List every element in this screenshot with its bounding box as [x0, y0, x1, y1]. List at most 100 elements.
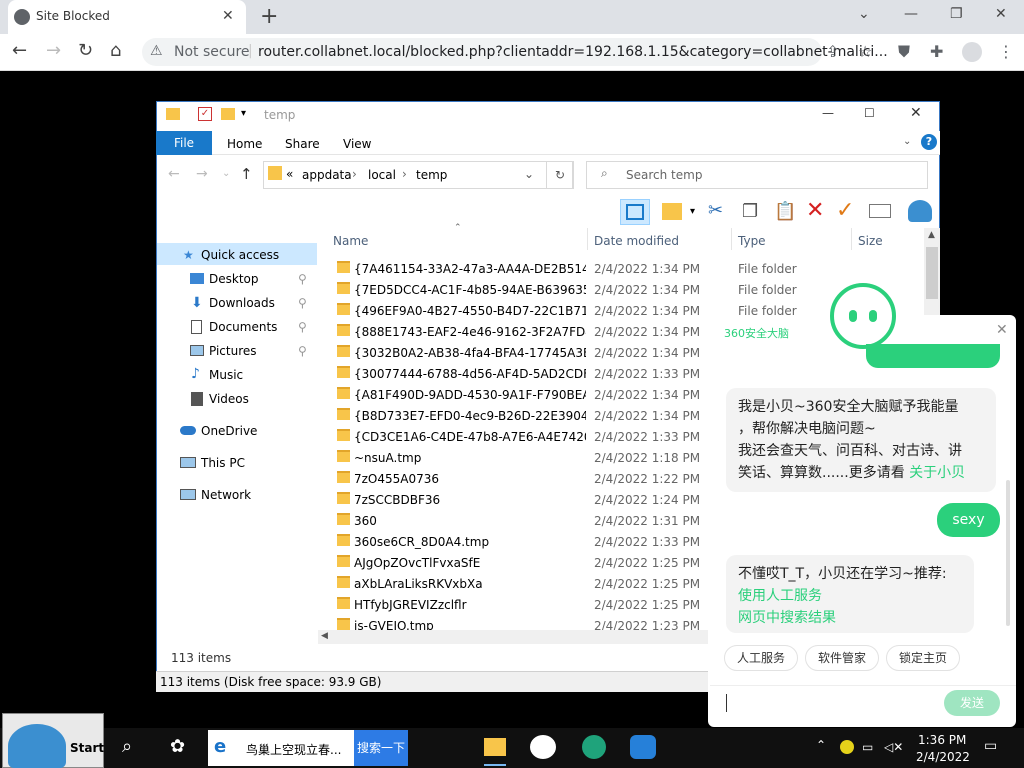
- quick-reply-software-manager[interactable]: 软件管家: [805, 645, 880, 671]
- tab-home[interactable]: Home: [227, 137, 262, 151]
- url-text[interactable]: router.collabnet.local/blocked.php?clien…: [258, 44, 888, 60]
- sidebar-item-onedrive[interactable]: OneDrive: [201, 424, 257, 438]
- copy-icon[interactable]: ❐: [742, 201, 758, 222]
- restore-button[interactable]: ❐: [950, 6, 963, 22]
- scroll-up-icon[interactable]: ▲: [928, 230, 935, 240]
- sidebar-item-this-pc[interactable]: This PC: [201, 456, 245, 470]
- send-button[interactable]: 发送: [944, 690, 1000, 716]
- chat-scrollbar[interactable]: [1006, 480, 1010, 626]
- sidebar-item-network[interactable]: Network: [201, 488, 251, 502]
- assistant-taskbar-icon[interactable]: [630, 735, 656, 759]
- delete-icon[interactable]: ✕: [806, 198, 824, 223]
- tray-chevron-up-icon[interactable]: ⌃: [816, 738, 826, 752]
- explorer-back-button[interactable]: ←: [168, 166, 180, 182]
- breadcrumb-temp[interactable]: temp: [416, 168, 447, 182]
- explorer-minimize-button[interactable]: —: [822, 106, 834, 120]
- column-header-date[interactable]: Date modified: [594, 234, 679, 248]
- tab-file[interactable]: File: [156, 131, 212, 155]
- pin-icon[interactable]: ⚲: [298, 272, 307, 286]
- quick-access-toolbar-dropdown-icon[interactable]: ▾: [241, 108, 246, 119]
- puzzle-extension-icon[interactable]: ✚: [930, 42, 948, 61]
- column-divider[interactable]: [851, 228, 852, 250]
- scrollbar-thumb[interactable]: [926, 247, 938, 299]
- about-link[interactable]: 关于小贝: [909, 465, 965, 481]
- breadcrumb-overflow[interactable]: «: [286, 167, 293, 181]
- sidebar-item-downloads[interactable]: Downloads: [209, 296, 275, 310]
- close-button[interactable]: ✕: [995, 6, 1007, 22]
- mascot-icon[interactable]: [830, 283, 896, 349]
- profile-avatar-icon[interactable]: [962, 42, 982, 62]
- address-dropdown-icon[interactable]: ⌄: [524, 167, 534, 181]
- chevron-right-icon[interactable]: ›: [402, 167, 407, 181]
- pin-icon[interactable]: ⚲: [298, 344, 307, 358]
- quick-reply-human-service[interactable]: 人工服务: [724, 645, 799, 671]
- sidebar-item-videos[interactable]: Videos: [209, 392, 249, 406]
- breadcrumb-local[interactable]: local: [368, 168, 396, 182]
- tab-view[interactable]: View: [343, 137, 371, 151]
- not-secure-label[interactable]: Not secure: [174, 44, 250, 60]
- breadcrumb-appdata[interactable]: appdata: [302, 168, 352, 182]
- rename-icon[interactable]: [869, 204, 891, 218]
- tab-close-icon[interactable]: ✕: [222, 8, 234, 24]
- column-header-type[interactable]: Type: [738, 234, 766, 248]
- task-view-icon[interactable]: ✿: [170, 736, 185, 757]
- column-header-name[interactable]: Name: [333, 234, 368, 248]
- help-chat-taskbar-icon[interactable]: [530, 735, 556, 759]
- clock-date[interactable]: 2/4/2022: [916, 750, 970, 764]
- new-folder-icon[interactable]: [221, 108, 235, 120]
- new-tab-button[interactable]: +: [260, 4, 278, 29]
- network-tray-icon[interactable]: ▭: [862, 740, 873, 754]
- scroll-left-icon[interactable]: ◀: [321, 631, 328, 641]
- folder-options-icon[interactable]: [662, 203, 682, 220]
- up-button[interactable]: ↑: [240, 165, 253, 183]
- forward-button[interactable]: →: [46, 40, 61, 61]
- menu-kebab-icon[interactable]: ⋮: [998, 42, 1016, 61]
- web-search-link[interactable]: 网页中搜索结果: [738, 607, 962, 629]
- sidebar-item-documents[interactable]: Documents: [209, 320, 277, 334]
- dropdown-icon[interactable]: ▾: [690, 206, 695, 217]
- share-icon[interactable]: ⇪: [826, 42, 844, 61]
- column-divider[interactable]: [587, 228, 588, 250]
- clock-time[interactable]: 1:36 PM: [918, 733, 966, 747]
- horizontal-scrollbar[interactable]: [318, 630, 708, 644]
- ribbon-expand-icon[interactable]: ⌄: [903, 136, 911, 147]
- column-header-size[interactable]: Size: [858, 234, 883, 248]
- recent-locations-icon[interactable]: ⌄: [222, 168, 230, 179]
- quick-reply-lock-homepage[interactable]: 锁定主页: [886, 645, 961, 671]
- column-divider[interactable]: [731, 228, 732, 250]
- home-button[interactable]: ⌂: [110, 40, 121, 61]
- properties-icon[interactable]: ✓: [198, 107, 212, 121]
- sidebar-item-quick-access[interactable]: Quick access: [201, 248, 279, 262]
- search-now-button[interactable]: 搜索一下: [354, 730, 408, 766]
- reload-button[interactable]: ↻: [78, 40, 93, 61]
- refresh-button[interactable]: ↻: [546, 161, 574, 189]
- 360-tray-icon[interactable]: [840, 740, 854, 754]
- sidebar-item-pictures[interactable]: Pictures: [209, 344, 257, 358]
- pin-icon[interactable]: ⚲: [298, 296, 307, 310]
- back-button[interactable]: ←: [12, 40, 27, 61]
- tab-share[interactable]: Share: [285, 137, 320, 151]
- notifications-icon[interactable]: ▭: [984, 738, 997, 754]
- explorer-close-button[interactable]: ✕: [910, 105, 922, 121]
- cut-icon[interactable]: ✂: [708, 200, 723, 221]
- search-icon[interactable]: ⌕: [122, 736, 132, 757]
- edge-icon[interactable]: [582, 735, 606, 759]
- pin-icon[interactable]: ⚲: [298, 320, 307, 334]
- shield-extension-icon[interactable]: ⛊: [898, 42, 916, 61]
- explorer-forward-button[interactable]: →: [196, 166, 208, 182]
- warning-icon[interactable]: ⚠: [150, 43, 163, 59]
- volume-muted-icon[interactable]: ◁✕: [884, 740, 903, 754]
- explorer-maximize-button[interactable]: ☐: [864, 106, 875, 120]
- human-service-link[interactable]: 使用人工服务: [738, 585, 962, 607]
- bookmark-star-icon[interactable]: ☆: [858, 42, 876, 61]
- paste-icon[interactable]: 📋: [774, 201, 796, 222]
- minimize-button[interactable]: —: [904, 6, 918, 22]
- checkmark-icon[interactable]: ✓: [836, 198, 854, 223]
- tab-search-icon[interactable]: ⌄: [858, 6, 870, 22]
- help-icon[interactable]: ?: [921, 134, 937, 150]
- table-row[interactable]: {7A461154-33A2-47a3-AA4A-DE2B514338... 2/…: [333, 258, 923, 279]
- chevron-right-icon[interactable]: ›: [352, 167, 357, 181]
- sidebar-item-music[interactable]: Music: [209, 368, 243, 382]
- chat-close-icon[interactable]: ✕: [996, 322, 1008, 338]
- sidebar-item-desktop[interactable]: Desktop: [209, 272, 259, 286]
